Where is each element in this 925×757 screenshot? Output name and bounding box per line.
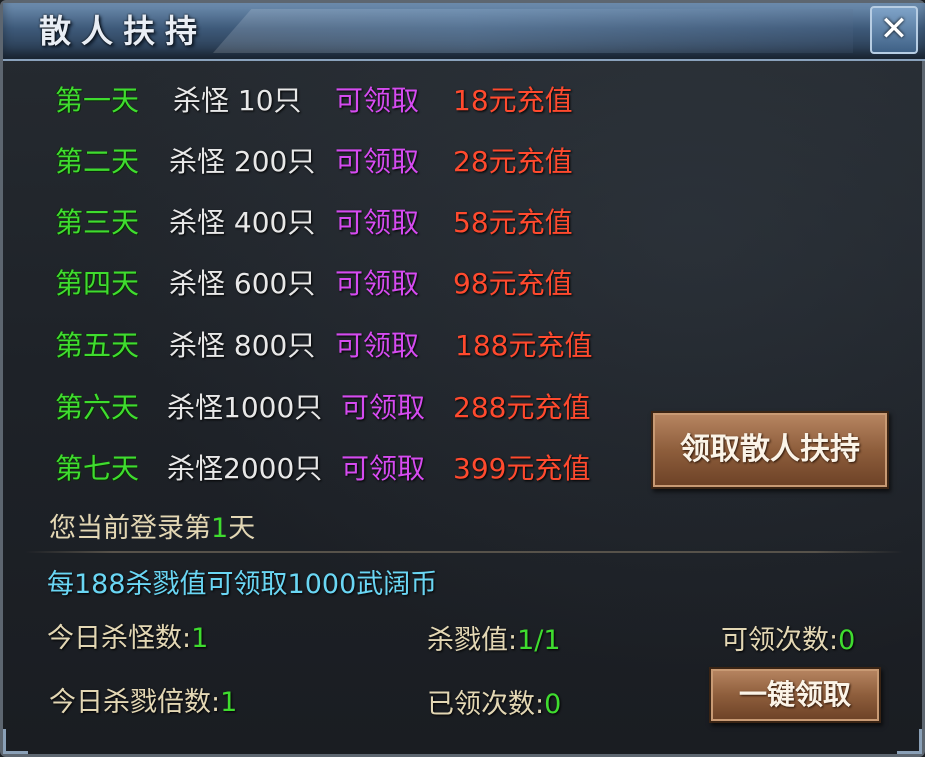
login-day-text: 您当前登录第1天 [49,509,255,549]
claimed-value: 0 [544,689,562,720]
reward-text: 58元充值 [453,206,573,239]
kill-requirement: 杀怪 800只 [169,329,316,362]
claim-status[interactable]: 可领取 [335,81,419,121]
multiplier-label: 今日杀戮倍数: [49,687,221,718]
claimable-label: 可领次数: [721,625,839,656]
exchange-info: 每188杀戮值可领取1000武阔币 [47,569,438,600]
kill-requirement: 杀怪 600只 [169,267,316,300]
day-label: 第六天 [55,391,140,424]
reward-text: 288元充值 [453,391,591,424]
one-key-claim-button[interactable]: 一键领取 [709,667,881,723]
reward-text: 399元充值 [453,452,591,485]
claim-status[interactable]: 可领取 [341,388,425,428]
multiplier-value: 1 [220,687,238,718]
claim-status[interactable]: 可领取 [335,264,419,304]
kill-requirement: 杀怪2000只 [167,452,323,485]
title-bar: 散人扶持 ✕ [3,3,925,61]
claim-status[interactable]: 可领取 [335,203,419,243]
day-label: 第七天 [55,452,140,485]
login-day-count: 1 [211,513,229,544]
multiplier-stat: 今日杀戮倍数:1 [49,683,237,723]
day-label: 第五天 [55,329,140,362]
day-label: 第二天 [55,145,140,178]
kill-requirement: 杀怪 400只 [169,206,316,239]
claimable-stat: 可领次数:0 [721,621,855,661]
slaughter-label: 杀戮值: [427,625,518,656]
today-kills-label: 今日杀怪数: [47,623,192,654]
section-divider [25,551,903,553]
login-suffix: 天 [228,513,256,544]
today-kills-stat: 今日杀怪数:1 [47,619,208,659]
frame-corner-bottom-right [897,729,922,754]
reward-text: 98元充值 [453,267,573,300]
reward-text: 18元充值 [453,84,573,117]
title-bar-decoration [213,9,853,53]
slaughter-value: 1/1 [517,625,561,656]
support-window: 散人扶持 ✕ 第一天 杀怪 10只 可领取 18元充值 第二天 杀怪 200只 … [0,0,925,757]
today-kills-value: 1 [191,623,209,654]
frame-corner-bottom-left [3,729,28,754]
claim-status[interactable]: 可领取 [335,326,419,366]
window-title: 散人扶持 [39,12,208,50]
slaughter-stat: 杀戮值:1/1 [427,621,561,661]
kill-requirement: 杀怪 10只 [173,84,302,117]
day-label: 第一天 [55,84,140,117]
day-label: 第三天 [55,206,140,239]
claim-status[interactable]: 可领取 [341,449,425,489]
claimable-value: 0 [838,625,856,656]
claim-status[interactable]: 可领取 [335,142,419,182]
login-prefix: 您当前登录第 [49,513,211,544]
reward-text: 188元充值 [455,329,593,362]
close-button[interactable]: ✕ [870,6,918,54]
claim-support-button[interactable]: 领取散人扶持 [651,411,889,489]
day-label: 第四天 [55,267,140,300]
kill-requirement: 杀怪1000只 [167,391,323,424]
claimed-label: 已领次数: [427,689,545,720]
claimed-stat: 已领次数:0 [427,685,561,725]
reward-text: 28元充值 [453,145,573,178]
kill-requirement: 杀怪 200只 [169,145,316,178]
